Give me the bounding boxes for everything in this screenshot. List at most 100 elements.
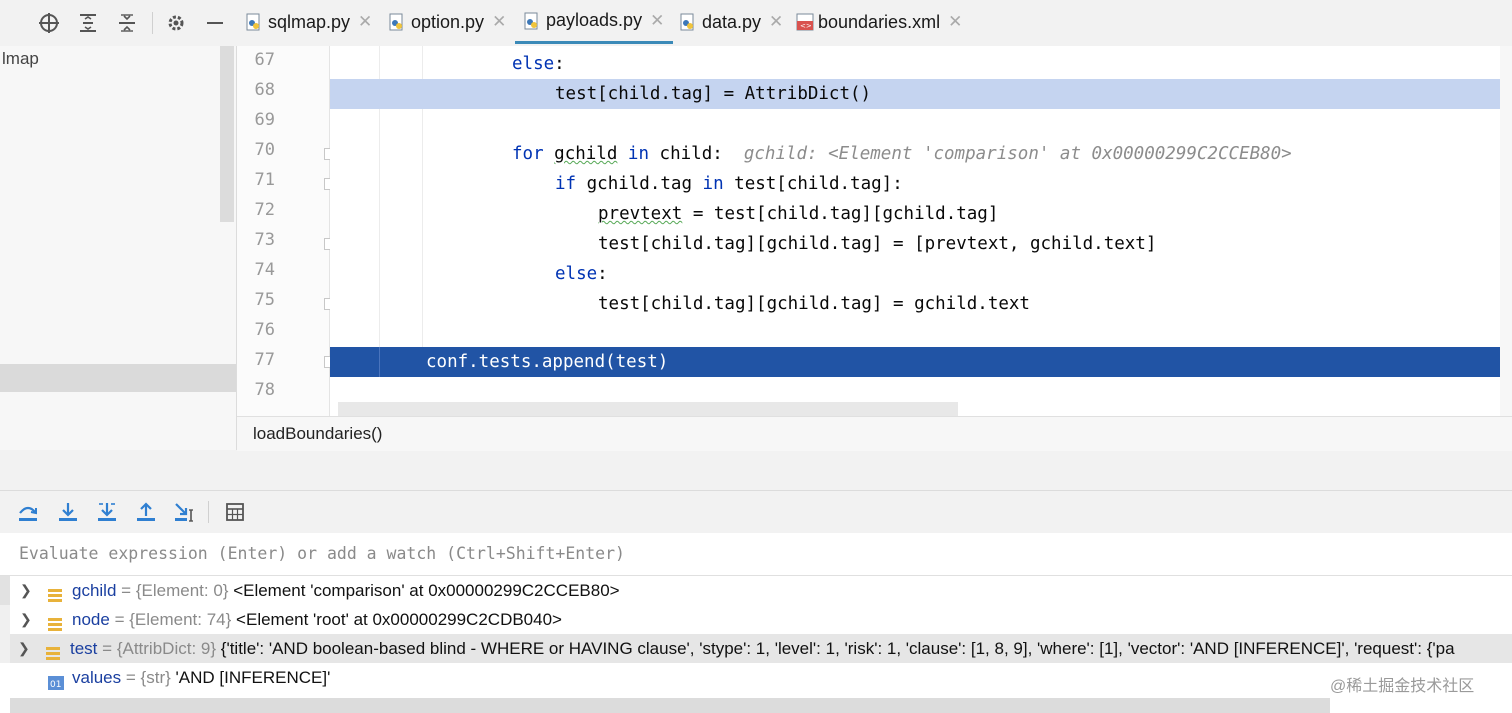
step-into-icon[interactable]: [55, 499, 81, 525]
project-selected-row[interactable]: [0, 364, 236, 392]
chevron-right-icon[interactable]: ❯: [20, 605, 32, 634]
tab-payloads[interactable]: payloads.py ✕: [515, 0, 674, 44]
line-number: 73: [254, 230, 275, 250]
tab-label: data.py: [702, 11, 762, 32]
line-number: 67: [254, 50, 275, 70]
gear-icon[interactable]: [163, 10, 189, 36]
editor-scrollbar[interactable]: [1500, 46, 1512, 416]
tab-label: option.py: [411, 11, 485, 32]
python-file-icon: [524, 12, 540, 30]
project-root-label[interactable]: lmap: [2, 49, 39, 69]
variable-value: <Element 'root' at 0x00000299C2CDB040>: [236, 610, 562, 629]
tab-label: sqlmap.py: [268, 11, 351, 32]
variable-value: {'title': 'AND boolean-based blind - WHE…: [220, 639, 1455, 658]
code-line-75: test[child.tag][gchild.tag] = gchild.tex…: [598, 294, 1030, 314]
object-icon: [48, 583, 62, 602]
close-icon[interactable]: ✕: [948, 12, 962, 32]
debug-toolbar: [0, 490, 1512, 534]
collapse-all-icon[interactable]: [114, 10, 140, 36]
line-number: 74: [254, 260, 275, 280]
breadcrumb-item[interactable]: loadBoundaries(): [253, 424, 382, 444]
object-icon: [46, 641, 60, 660]
code-line-67: else:: [512, 54, 565, 74]
code-line-77-execution-point: conf.tests.append(test): [330, 347, 1512, 377]
variable-type: {Element: 74}: [129, 610, 232, 629]
variable-row-selected[interactable]: ❯ test = {AttribDict: 9} {'title': 'AND …: [10, 634, 1512, 663]
step-into-my-code-icon[interactable]: [94, 499, 120, 525]
tab-option[interactable]: option.py ✕: [389, 0, 506, 44]
variable-name: node: [72, 610, 110, 629]
variable-row[interactable]: ❯ gchild = {Element: 0} <Element 'compar…: [12, 576, 1512, 605]
variable-value: <Element 'comparison' at 0x00000299C2CCE…: [233, 581, 620, 600]
code-line-70: for gchild in child: gchild: <Element 'c…: [512, 144, 1292, 164]
object-icon: [48, 612, 62, 631]
horizontal-scrollbar[interactable]: [10, 698, 1330, 713]
variable-name: gchild: [72, 581, 117, 600]
frames-edge: [0, 576, 10, 605]
step-out-icon[interactable]: [133, 499, 159, 525]
toolbar-divider: [152, 12, 153, 34]
locate-icon[interactable]: [36, 10, 62, 36]
indent-guide: [379, 347, 380, 377]
breadcrumb: loadBoundaries(): [237, 416, 1512, 451]
line-number: 72: [254, 200, 275, 220]
eval-placeholder: Evaluate expression (Enter) or add a wat…: [19, 544, 625, 563]
close-icon[interactable]: ✕: [358, 12, 372, 32]
variables-panel: ❯ gchild = {Element: 0} <Element 'compar…: [0, 576, 1512, 713]
code-line-73: test[child.tag][gchild.tag] = [prevtext,…: [598, 234, 1157, 254]
line-number: 78: [254, 380, 275, 400]
variable-type: {Element: 0}: [135, 581, 229, 600]
watermark: @稀土掘金技术社区: [1330, 678, 1475, 695]
code-editor[interactable]: else: test[child.tag] = AttribDict() for…: [330, 46, 1512, 416]
chevron-right-icon[interactable]: ❯: [18, 634, 30, 663]
project-panel: lmap: [0, 46, 237, 450]
tab-data[interactable]: data.py ✕: [680, 0, 783, 44]
evaluate-expression-icon[interactable]: [222, 499, 248, 525]
xml-file-icon: <>: [796, 13, 814, 31]
project-scrollbar[interactable]: [220, 46, 234, 222]
editor-tab-bar: sqlmap.py ✕ option.py ✕ payloads.py ✕ da…: [236, 0, 1512, 47]
svg-text:01: 01: [50, 680, 61, 690]
variable-value: 'AND [INFERENCE]': [175, 668, 331, 687]
project-toolbar: [0, 0, 236, 47]
variable-type: {AttribDict: 9}: [116, 639, 217, 658]
line-number: 70: [254, 140, 275, 160]
python-file-icon: [389, 13, 405, 31]
variable-row[interactable]: ❯ node = {Element: 74} <Element 'root' a…: [12, 605, 1512, 634]
code-line-72: prevtext = test[child.tag][gchild.tag]: [598, 204, 999, 224]
tab-boundaries[interactable]: <> boundaries.xml ✕: [796, 0, 962, 44]
step-over-icon[interactable]: [15, 499, 41, 525]
tab-label: payloads.py: [546, 10, 643, 30]
line-number: 71: [254, 170, 275, 190]
python-file-icon: [680, 13, 696, 31]
sticky-scope-popup: [338, 402, 958, 416]
variable-name: test: [70, 639, 98, 658]
tab-label: boundaries.xml: [818, 11, 941, 32]
close-icon[interactable]: ✕: [769, 12, 783, 32]
line-number: 69: [254, 110, 275, 130]
code-line-68-selected: test[child.tag] = AttribDict(): [330, 79, 1512, 109]
code-line-74: else:: [555, 264, 608, 284]
tab-sqlmap[interactable]: sqlmap.py ✕: [246, 0, 372, 44]
inline-value-hint: gchild: <Element 'comparison' at 0x00000…: [743, 144, 1292, 164]
close-icon[interactable]: ✕: [650, 11, 664, 31]
variable-name: values: [72, 668, 122, 687]
close-icon[interactable]: ✕: [492, 12, 506, 32]
line-number: 76: [254, 320, 275, 340]
variable-type: {str}: [140, 668, 171, 687]
svg-text:<>: <>: [800, 22, 812, 30]
code-line-71: if gchild.tag in test[child.tag]:: [555, 174, 903, 194]
run-to-cursor-icon[interactable]: [172, 499, 198, 525]
chevron-right-icon[interactable]: ❯: [20, 576, 32, 605]
frames-edge: [0, 605, 10, 663]
line-number: 68: [254, 80, 275, 100]
toolbar-divider: [208, 501, 209, 523]
string-icon: 01: [48, 670, 64, 690]
editor-gutter: 67 68 69 70 71 72 73 74 75 76 77 78: [237, 46, 336, 416]
line-number: 75: [254, 290, 275, 310]
hide-panel-icon[interactable]: [202, 10, 228, 36]
variable-row[interactable]: 01 values = {str} 'AND [INFERENCE]': [12, 663, 1512, 692]
expand-all-icon[interactable]: [75, 10, 101, 36]
line-number: 77: [254, 350, 275, 370]
evaluate-expression-field[interactable]: Evaluate expression (Enter) or add a wat…: [0, 533, 1512, 576]
